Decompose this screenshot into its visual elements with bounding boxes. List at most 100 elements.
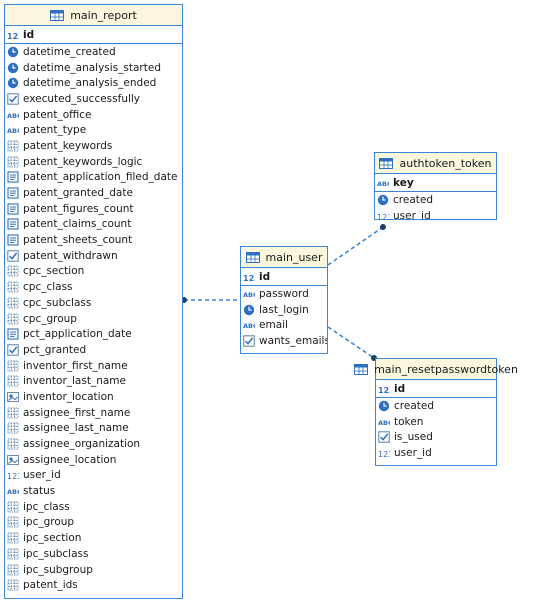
column-row[interactable]: patent_figures_count (5, 201, 182, 217)
table-header[interactable]: main_user (241, 247, 327, 268)
column-name: wants_emails (259, 334, 327, 347)
checkbox-type-icon (378, 431, 390, 443)
column-row[interactable]: ABC email (241, 317, 327, 333)
number-type-icon: 123 (243, 271, 255, 283)
column-name: patent_figures_count (23, 202, 134, 215)
column-row[interactable]: pct_granted (5, 342, 182, 358)
column-name: ipc_subclass (23, 547, 89, 560)
column-row[interactable]: ipc_group (5, 515, 182, 531)
array-type-icon (7, 438, 19, 450)
column-row[interactable]: ABC password (241, 286, 327, 302)
column-row[interactable]: patent_withdrawn (5, 248, 182, 264)
column-row[interactable]: pct_application_date (5, 326, 182, 342)
column-row[interactable]: cpc_class (5, 279, 182, 295)
column-row[interactable]: created (375, 192, 496, 208)
table-icon (379, 157, 394, 169)
document-type-icon (7, 328, 19, 340)
column-row[interactable]: cpc_subclass (5, 295, 182, 311)
column-row[interactable]: patent_keywords (5, 138, 182, 154)
column-name: is_used (394, 431, 433, 444)
table-main-resetpasswordtoken[interactable]: main_resetpasswordtoken 123 id created AB… (354, 358, 518, 466)
column-row[interactable]: assignee_organization (5, 436, 182, 452)
column-row[interactable]: ABC token (376, 414, 496, 430)
clock-type-icon (7, 46, 19, 58)
clock-type-icon (7, 77, 19, 89)
clock-type-icon (378, 400, 390, 412)
primary-key-name: id (259, 270, 271, 283)
column-row[interactable]: datetime_analysis_started (5, 60, 182, 76)
column-row[interactable]: patent_keywords_logic (5, 154, 182, 170)
table-authtoken-token[interactable]: authtoken_token ABC key created 123 user_i… (374, 152, 497, 220)
table-main-user[interactable]: main_user 123 id ABCpasswordlast_loginAB… (240, 246, 328, 354)
column-list: created 123 user_id (375, 192, 496, 219)
svg-text:ABC: ABC (377, 180, 389, 188)
text-type-icon: ABC (7, 485, 19, 497)
column-row[interactable]: cpc_group (5, 311, 182, 327)
column-name: inventor_first_name (23, 359, 128, 372)
column-row[interactable]: assignee_last_name (5, 421, 182, 437)
column-row[interactable]: patent_sheets_count (5, 232, 182, 248)
column-row[interactable]: assignee_location (5, 452, 182, 468)
svg-text:ABC: ABC (243, 291, 255, 299)
array-type-icon (7, 501, 19, 513)
column-row[interactable]: inventor_location (5, 389, 182, 405)
svg-text:123: 123 (377, 213, 389, 219)
array-type-icon (7, 156, 19, 168)
column-name: executed_successfully (23, 92, 141, 105)
primary-key-row[interactable]: 123 id (241, 268, 327, 286)
column-row[interactable]: cpc_section (5, 264, 182, 280)
table-header[interactable]: main_report (5, 5, 182, 26)
column-row[interactable]: executed_successfully (5, 91, 182, 107)
column-row[interactable]: ipc_subgroup (5, 562, 182, 578)
table-title: main_report (70, 8, 137, 22)
column-row[interactable]: patent_granted_date (5, 185, 182, 201)
table-title: authtoken_token (399, 156, 492, 170)
primary-key-row[interactable]: 123 id (5, 26, 182, 44)
column-row[interactable]: is_used (376, 429, 496, 445)
column-name: cpc_class (23, 281, 73, 294)
checkbox-type-icon (7, 250, 19, 262)
column-row[interactable]: 123 user_id (5, 468, 182, 484)
table-header[interactable]: main_resetpasswordtoken (354, 359, 518, 380)
primary-key-name: id (23, 28, 35, 41)
column-row[interactable]: wants_emails (241, 333, 327, 349)
primary-key-row[interactable]: 123 id (376, 380, 496, 398)
column-row[interactable]: 123 user_id (375, 208, 496, 219)
column-row[interactable]: ipc_class (5, 499, 182, 515)
location-type-icon (7, 454, 19, 466)
column-name: pct_granted (23, 343, 87, 356)
text-type-icon: ABC (378, 416, 390, 428)
column-row[interactable]: created (376, 398, 496, 414)
column-row[interactable]: ipc_section (5, 530, 182, 546)
column-row[interactable]: ABC patent_office (5, 107, 182, 123)
column-name: patent_keywords_logic (23, 155, 143, 168)
column-row[interactable]: assignee_first_name (5, 405, 182, 421)
column-name: ipc_group (23, 516, 75, 529)
array-type-icon (7, 532, 19, 544)
column-row[interactable]: ipc_subclass (5, 546, 182, 562)
array-type-icon (7, 579, 19, 591)
column-row[interactable]: inventor_first_name (5, 358, 182, 374)
column-row[interactable]: datetime_created (5, 44, 182, 60)
document-type-icon (7, 234, 19, 246)
column-row[interactable]: datetime_analysis_ended (5, 75, 182, 91)
column-row[interactable]: patent_application_filed_date (5, 170, 182, 186)
column-name: assignee_first_name (23, 406, 131, 419)
number-type-icon: 123 (7, 469, 19, 481)
number-type-icon: 123 (378, 383, 390, 395)
column-row[interactable]: inventor_last_name (5, 373, 182, 389)
column-row[interactable]: last_login (241, 302, 327, 318)
relation-endpoint-dot (380, 224, 386, 230)
column-name: ipc_section (23, 532, 82, 545)
column-row[interactable]: ABC patent_type (5, 122, 182, 138)
column-name: user_id (393, 209, 431, 219)
text-type-icon: ABC (7, 109, 19, 121)
primary-key-row[interactable]: ABC key (375, 174, 496, 192)
column-row[interactable]: patent_claims_count (5, 217, 182, 233)
column-row[interactable]: patent_ids (5, 577, 182, 593)
column-row[interactable]: ABC status (5, 483, 182, 499)
table-main-report[interactable]: main_report 123 id datetime_createddatet… (4, 4, 183, 599)
table-header[interactable]: authtoken_token (375, 153, 496, 174)
column-name: pct_application_date (23, 328, 132, 341)
column-row[interactable]: 123 user_id (376, 445, 496, 461)
